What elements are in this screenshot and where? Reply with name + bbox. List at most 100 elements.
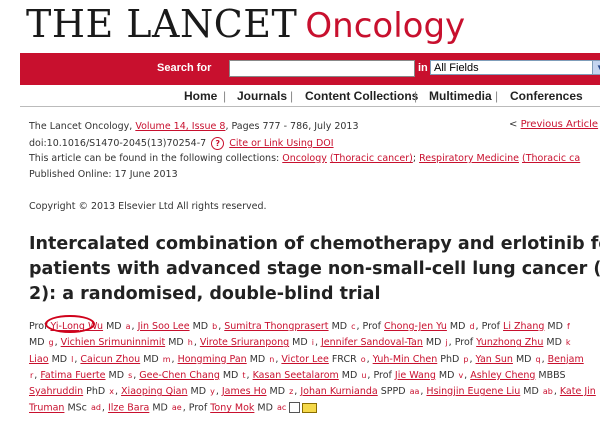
author-prefix: , Prof: [356, 321, 384, 332]
correspondence-icon[interactable]: [289, 402, 301, 414]
author-link[interactable]: James Ho: [222, 386, 267, 397]
affiliation-icon[interactable]: j: [445, 335, 447, 351]
affiliation-icon[interactable]: g: [49, 335, 54, 351]
author-degree: MD: [105, 369, 128, 381]
author-link[interactable]: Jin Soo Lee: [138, 321, 190, 332]
author-link[interactable]: Gee-Chen Chang: [139, 370, 220, 381]
affiliation-icon[interactable]: o: [361, 352, 366, 368]
affiliation-icon[interactable]: z: [289, 384, 293, 400]
author-link[interactable]: Sumitra Thongprasert: [224, 321, 328, 332]
nav-home[interactable]: Home: [184, 89, 217, 103]
author-link[interactable]: Truman: [29, 403, 64, 414]
previous-article-link[interactable]: < Previous Article: [509, 119, 598, 130]
author-link[interactable]: Johan Kurnianda: [300, 386, 377, 397]
search-label: Search for: [157, 62, 212, 74]
author-link[interactable]: Virote Sriuranpong: [200, 337, 289, 348]
author-degree: MD: [544, 321, 566, 332]
affiliation-icon[interactable]: r: [30, 368, 33, 384]
author-link[interactable]: Ilze Bara: [108, 403, 149, 414]
nav-content-collections[interactable]: Content Collections: [305, 89, 418, 103]
affiliation-icon[interactable]: h: [188, 335, 193, 351]
affiliation-icon[interactable]: t: [242, 368, 245, 384]
author-link[interactable]: Jie Wang: [395, 370, 436, 381]
search-input[interactable]: [229, 60, 415, 77]
affiliation-icon[interactable]: i: [312, 335, 314, 351]
author-degree: MD: [165, 337, 187, 349]
published-date: Published Online: 17 June 2013: [29, 169, 178, 180]
author-degree: MD: [48, 353, 71, 365]
affiliation-icon[interactable]: l: [71, 352, 73, 368]
affiliation-icon[interactable]: ad: [91, 400, 101, 416]
nav-separator: |: [495, 89, 499, 103]
author-degree: MD: [289, 337, 311, 349]
collection-oncology-link[interactable]: Oncology: [282, 153, 327, 164]
author-link[interactable]: Fatima Fuerte: [40, 370, 105, 381]
author-link[interactable]: Jennifer Sandoval-Tan: [321, 337, 423, 348]
email-icon[interactable]: [302, 402, 318, 413]
author-link[interactable]: Hsingjin Eugene Liu: [426, 386, 520, 397]
author-link[interactable]: Kate Jin: [560, 386, 596, 397]
search-scope-select[interactable]: All Fields ▼: [430, 60, 600, 75]
collection-thoracic-link-2[interactable]: (Thoracic ca: [522, 153, 580, 164]
affiliation-icon[interactable]: p: [463, 352, 468, 368]
author-link[interactable]: Kasan Seetalarom: [253, 370, 339, 381]
affiliation-icon[interactable]: ae: [172, 400, 182, 416]
affiliation-icon[interactable]: c: [351, 319, 355, 335]
author-degree: MD: [338, 369, 361, 381]
nav-conferences[interactable]: Conferences: [510, 89, 583, 103]
affiliation-icon[interactable]: u: [361, 368, 366, 384]
affiliation-icon[interactable]: f: [567, 319, 570, 335]
search-in-label: in: [418, 62, 428, 74]
affiliation-icon[interactable]: b: [212, 319, 217, 335]
affiliation-icon[interactable]: ab: [543, 384, 553, 400]
author-link[interactable]: Caicun Zhou: [80, 354, 140, 365]
affiliation-icon[interactable]: s: [128, 368, 132, 384]
affiliation-icon[interactable]: k: [566, 335, 571, 351]
journal-masthead[interactable]: THE LANCET Oncology: [26, 2, 465, 46]
author-line: r, Fatima Fuerte MD s, Gee-Chen Chang MD…: [29, 368, 600, 384]
author-link[interactable]: Syahruddin: [29, 386, 83, 397]
volume-issue-link[interactable]: Volume 14, Issue 8: [135, 121, 225, 132]
author-link[interactable]: Yunzhong Zhu: [476, 337, 543, 348]
collections-line: This article can be found in the followi…: [29, 153, 581, 164]
author-link[interactable]: Victor Lee: [281, 354, 328, 365]
affiliation-icon[interactable]: a: [126, 319, 131, 335]
affiliation-icon[interactable]: v: [458, 368, 463, 384]
nav-separator: |: [290, 89, 294, 103]
nav-multimedia[interactable]: Multimedia: [429, 89, 492, 103]
contact-icons: [287, 400, 318, 416]
author-link[interactable]: Hongming Pan: [178, 354, 247, 365]
author-link[interactable]: Chong-Jen Yu: [384, 321, 447, 332]
help-icon[interactable]: ?: [211, 137, 225, 150]
collection-thoracic-link[interactable]: (Thoracic cancer): [330, 153, 413, 164]
affiliation-icon[interactable]: x: [109, 384, 114, 400]
author-degree: MD: [149, 403, 171, 415]
affiliation-icon[interactable]: q: [535, 352, 540, 368]
author-link[interactable]: Vichien Srimuninnimit: [61, 337, 166, 348]
author-link[interactable]: Yan Sun: [475, 354, 512, 365]
author-link[interactable]: Liao: [29, 354, 49, 365]
citation-line: The Lancet Oncology, Volume 14, Issue 8,…: [29, 121, 359, 132]
collections-prefix: This article can be found in the followi…: [29, 153, 283, 164]
affiliation-icon[interactable]: n: [269, 352, 274, 368]
author-degree: MD: [446, 321, 469, 332]
nav-journals[interactable]: Journals: [237, 89, 287, 103]
author-link[interactable]: Yuh-Min Chen: [373, 354, 438, 365]
author-link[interactable]: Xiaoping Qian: [121, 386, 187, 397]
collection-respiratory-link[interactable]: Respiratory Medicine: [419, 153, 519, 164]
chevron-down-icon[interactable]: ▼: [592, 61, 600, 74]
author-link[interactable]: Ashley Cheng: [470, 370, 535, 381]
affiliation-icon[interactable]: d: [469, 319, 474, 335]
citation-journal: The Lancet Oncology,: [29, 121, 136, 132]
author-degree: PhD: [437, 353, 463, 365]
cite-link[interactable]: Cite or Link Using DOI: [229, 138, 333, 149]
affiliation-icon[interactable]: y: [210, 384, 215, 400]
affiliation-icon[interactable]: ac: [277, 400, 286, 416]
doi-line: doi:10.1016/S1470-2045(13)70254-7 ? Cite…: [29, 137, 334, 150]
citation-pages-date: , Pages 777 - 786, July 2013: [225, 121, 359, 132]
affiliation-icon[interactable]: m: [163, 352, 171, 368]
author-link[interactable]: Li Zhang: [503, 321, 544, 332]
author-link[interactable]: Tony Mok: [210, 403, 254, 414]
affiliation-icon[interactable]: aa: [410, 384, 420, 400]
author-link[interactable]: Benjam: [548, 354, 584, 365]
